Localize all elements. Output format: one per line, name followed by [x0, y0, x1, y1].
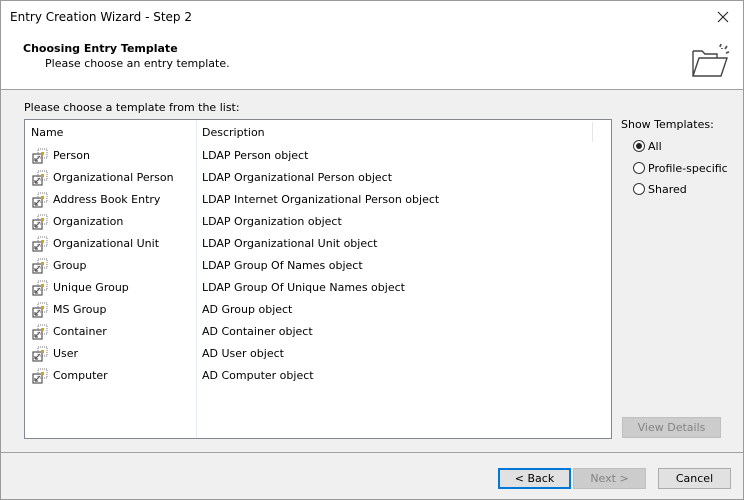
- radio-all[interactable]: All: [633, 138, 662, 154]
- radio-label: Profile-specific: [648, 161, 728, 175]
- wizard-header: Choosing Entry Template Please choose an…: [1, 33, 743, 90]
- template-row[interactable]: Computer AD Computer object: [25, 365, 611, 387]
- template-row[interactable]: MS Group AD Group object: [25, 299, 611, 321]
- show-templates-label: Show Templates:: [621, 118, 714, 131]
- close-icon: [717, 11, 729, 23]
- template-row[interactable]: Unique Group LDAP Group Of Unique Names o…: [25, 277, 611, 299]
- template-row[interactable]: User AD User object: [25, 343, 611, 365]
- template-name: Unique Group: [53, 281, 129, 294]
- header-subtitle: Please choose an entry template.: [45, 57, 230, 70]
- template-name: Person: [53, 149, 90, 162]
- template-icon: [32, 192, 48, 208]
- template-row[interactable]: Organizational Unit LDAP Organizational U…: [25, 233, 611, 255]
- template-row[interactable]: Container AD Container object: [25, 321, 611, 343]
- radio-profile-specific[interactable]: Profile-specific: [633, 160, 728, 176]
- radio-circle[interactable]: [633, 140, 645, 152]
- template-name: User: [53, 347, 79, 360]
- close-button[interactable]: [703, 1, 743, 33]
- header-title: Choosing Entry Template: [23, 42, 178, 55]
- radio-shared[interactable]: Shared: [633, 181, 687, 197]
- template-row[interactable]: Person LDAP Person object: [25, 145, 611, 167]
- view-details-button[interactable]: View Details: [622, 417, 721, 438]
- template-row[interactable]: Group LDAP Group Of Names object: [25, 255, 611, 277]
- radio-circle[interactable]: [633, 162, 645, 174]
- column-header-description[interactable]: Description: [202, 120, 265, 146]
- template-description: LDAP Organization object: [202, 215, 342, 228]
- template-name: Computer: [53, 369, 108, 382]
- template-name: MS Group: [53, 303, 107, 316]
- template-description: LDAP Organizational Unit object: [202, 237, 378, 250]
- template-description: AD Group object: [202, 303, 293, 316]
- back-button[interactable]: < Back: [498, 468, 571, 489]
- template-icon: [32, 324, 48, 340]
- template-list[interactable]: Name Description Person LDAP Person objec…: [24, 119, 612, 439]
- new-folder-icon: [692, 43, 730, 77]
- template-list-label: Please choose a template from the list:: [24, 101, 240, 114]
- template-icon: [32, 236, 48, 252]
- template-row[interactable]: Organization LDAP Organization object: [25, 211, 611, 233]
- template-description: AD Computer object: [202, 369, 314, 382]
- template-name: Organizational Person: [53, 171, 174, 184]
- radio-label: All: [648, 139, 662, 153]
- template-name: Group: [53, 259, 87, 272]
- column-divider-end: [592, 122, 593, 142]
- template-description: LDAP Organizational Person object: [202, 171, 393, 184]
- template-description: LDAP Person object: [202, 149, 309, 162]
- template-icon: [32, 148, 48, 164]
- column-header-name[interactable]: Name: [31, 120, 63, 146]
- template-icon: [32, 258, 48, 274]
- template-description: LDAP Internet Organizational Person obje…: [202, 193, 440, 206]
- next-button[interactable]: Next >: [573, 468, 646, 489]
- radio-label: Shared: [648, 182, 687, 196]
- template-icon: [32, 214, 48, 230]
- radio-circle[interactable]: [633, 183, 645, 195]
- template-icon: [32, 302, 48, 318]
- radio-selected-dot: [636, 143, 642, 149]
- template-name: Container: [53, 325, 107, 338]
- footer-divider: [1, 452, 743, 453]
- template-description: LDAP Group Of Names object: [202, 259, 363, 272]
- title-bar: Entry Creation Wizard - Step 2: [1, 1, 743, 33]
- template-row[interactable]: Organizational Person LDAP Organizational…: [25, 167, 611, 189]
- cancel-button[interactable]: Cancel: [658, 468, 731, 489]
- template-name: Organization: [53, 215, 124, 228]
- template-description: LDAP Group Of Unique Names object: [202, 281, 405, 294]
- template-name: Address Book Entry: [53, 193, 161, 206]
- template-row[interactable]: Address Book Entry LDAP Internet Organiza…: [25, 189, 611, 211]
- template-icon: [32, 368, 48, 384]
- template-description: AD User object: [202, 347, 284, 360]
- template-icon: [32, 170, 48, 186]
- template-description: AD Container object: [202, 325, 313, 338]
- wizard-window: Entry Creation Wizard - Step 2 Choosing …: [0, 0, 744, 500]
- window-title: Entry Creation Wizard - Step 2: [10, 10, 192, 24]
- template-icon: [32, 346, 48, 362]
- template-icon: [32, 280, 48, 296]
- template-name: Organizational Unit: [53, 237, 160, 250]
